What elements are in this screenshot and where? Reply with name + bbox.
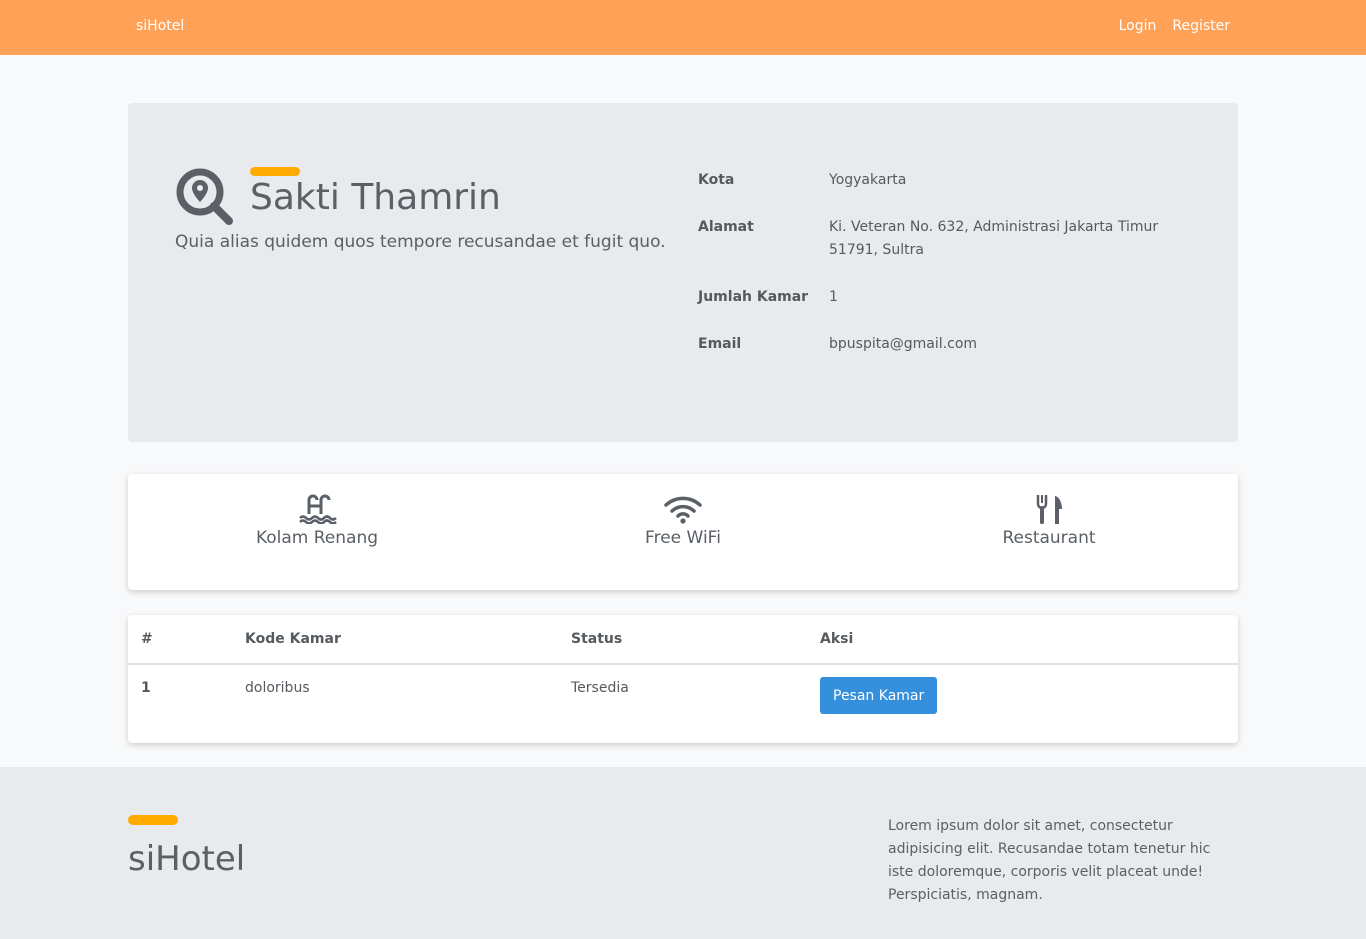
nav-links: Login Register xyxy=(1119,18,1230,34)
cell-status: Tersedia xyxy=(571,680,629,696)
column-header-kode: Kode Kamar xyxy=(245,615,571,665)
footer: siHotel Lorem ipsum dolor sit amet, cons… xyxy=(0,767,1366,939)
hotel-name: Sakti Thamrin xyxy=(250,177,501,218)
info-value: bpuspita@gmail.com xyxy=(829,336,978,352)
facility-pool: Kolam Renang xyxy=(197,494,437,548)
info-row-kota: Kota Yogyakarta xyxy=(698,169,1208,192)
hotel-description: Quia alias quidem quos tempore recusanda… xyxy=(175,232,666,252)
register-link[interactable]: Register xyxy=(1172,18,1230,34)
info-row-email: Email bpuspita@gmail.com xyxy=(698,333,1208,356)
wifi-icon xyxy=(664,496,702,524)
info-label: Alamat xyxy=(698,219,754,235)
column-header-aksi: Aksi xyxy=(820,615,1238,665)
pesan-kamar-button[interactable]: Pesan Kamar xyxy=(820,677,938,714)
hotel-info: Kota Yogyakarta Alamat Ki. Veteran No. 6… xyxy=(698,169,1208,380)
table-header-row: # Kode Kamar Status Aksi xyxy=(128,615,1238,665)
footer-accent-bar xyxy=(128,815,178,825)
utensils-icon xyxy=(1036,495,1062,524)
info-value: Yogyakarta xyxy=(829,172,907,188)
column-header-status: Status xyxy=(571,615,820,665)
table-row: 1 doloribus Tersedia Pesan Kamar xyxy=(128,664,1238,714)
search-location-icon xyxy=(176,168,233,225)
info-label: Email xyxy=(698,336,742,352)
facility-label: Free WiFi xyxy=(645,528,721,548)
footer-text: Lorem ipsum dolor sit amet, consectetur … xyxy=(888,818,1211,903)
facilities-card: Kolam Renang Free WiFi Restaurant xyxy=(128,474,1238,590)
info-value: 1 xyxy=(829,289,838,305)
cell-kode-kamar: doloribus xyxy=(245,680,310,696)
hotel-hero: Sakti Thamrin Quia alias quidem quos tem… xyxy=(128,103,1238,442)
info-value: Ki. Veteran No. 632, Administrasi Jakart… xyxy=(829,219,1159,258)
rooms-table-card: # Kode Kamar Status Aksi 1 doloribus Ter… xyxy=(128,615,1238,743)
footer-brand: siHotel xyxy=(128,839,246,879)
login-link[interactable]: Login xyxy=(1119,18,1157,34)
cell-aksi: Pesan Kamar xyxy=(820,664,1238,714)
facility-restaurant: Restaurant xyxy=(929,494,1169,548)
info-row-jumlah-kamar: Jumlah Kamar 1 xyxy=(698,286,1208,309)
info-label: Kota xyxy=(698,172,735,188)
info-label: Jumlah Kamar xyxy=(698,289,809,305)
navbar: siHotel Login Register xyxy=(0,0,1366,55)
title-accent-bar xyxy=(250,167,300,176)
swimming-pool-icon xyxy=(299,494,337,524)
info-row-alamat: Alamat Ki. Veteran No. 632, Administrasi… xyxy=(698,216,1208,262)
cell-no: 1 xyxy=(141,680,151,696)
column-header-no: # xyxy=(128,615,245,665)
facility-wifi: Free WiFi xyxy=(563,494,803,548)
rooms-table: # Kode Kamar Status Aksi 1 doloribus Ter… xyxy=(128,615,1238,714)
facility-label: Restaurant xyxy=(1002,528,1096,548)
navbar-brand[interactable]: siHotel xyxy=(136,18,184,34)
facility-label: Kolam Renang xyxy=(255,528,379,548)
